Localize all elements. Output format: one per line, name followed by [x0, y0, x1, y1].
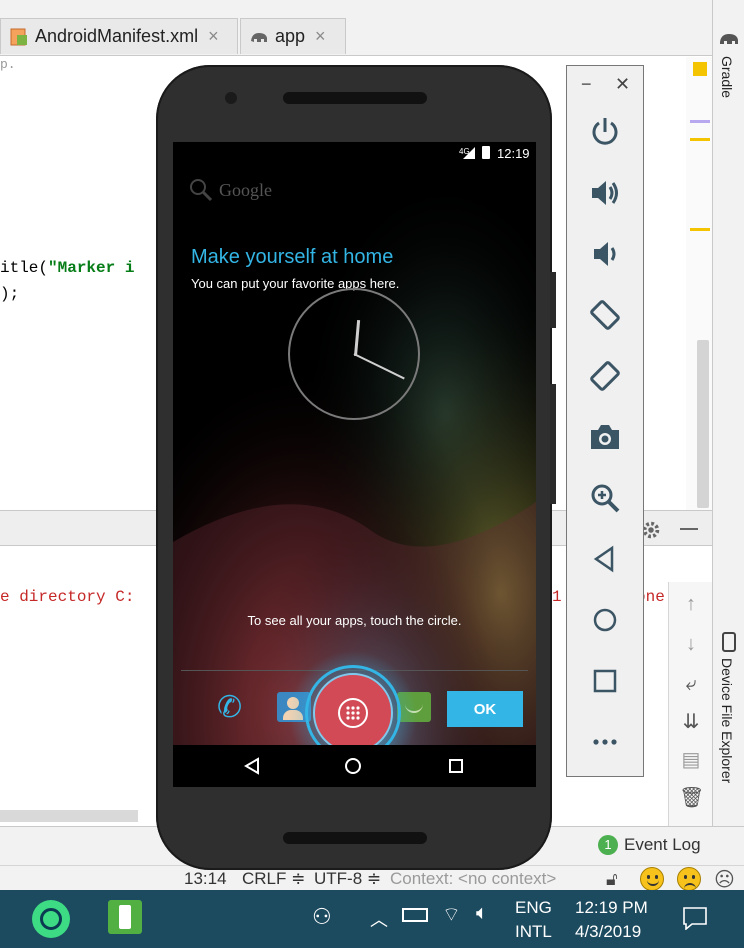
close-emulator-icon[interactable]: ✕	[615, 74, 630, 95]
device-screen[interactable]: 4G 12:19 Google Make yourself at home Yo…	[173, 142, 536, 787]
hour-hand	[354, 320, 361, 357]
tab-app[interactable]: app ×	[240, 18, 346, 54]
ok-button[interactable]: OK	[447, 691, 523, 727]
close-tab-icon[interactable]: ×	[315, 26, 326, 47]
encoding-selector[interactable]: UTF-8 ≑	[314, 869, 381, 889]
inspector-icon[interactable]: ☹︎	[714, 867, 735, 892]
bottom-speaker	[283, 832, 427, 844]
back-icon[interactable]	[585, 539, 625, 579]
clock-time[interactable]: 12:19 PM	[575, 898, 648, 918]
search-placeholder: Google	[219, 179, 272, 200]
tab-android-manifest[interactable]: AndroidManifest.xml ×	[0, 18, 238, 54]
notification-icon[interactable]	[682, 906, 708, 930]
vertical-scrollbar[interactable]	[697, 340, 709, 508]
sad-face-icon[interactable]	[677, 867, 701, 891]
stripe-mark[interactable]	[690, 138, 710, 141]
welcome-title: Make yourself at home	[191, 246, 394, 268]
volume-down-icon[interactable]	[585, 234, 625, 274]
stripe-mark[interactable]	[690, 228, 710, 231]
scroll-to-end-icon[interactable]: ⇊	[679, 710, 703, 734]
nav-home-icon[interactable]	[344, 757, 362, 775]
code-line: itle("Marker i	[0, 259, 135, 277]
line-marker: p.	[0, 57, 16, 72]
tab-label: app	[275, 26, 306, 46]
arrow-down-icon[interactable]: ↓	[679, 632, 703, 656]
horizontal-scrollbar[interactable]	[0, 810, 138, 822]
gradle-tool-button[interactable]: Gradle	[719, 56, 735, 98]
camera-icon[interactable]	[585, 417, 625, 457]
console-toolbar: ↑ ↓ ⤶ ⇊ ▤ 🗑	[668, 582, 712, 826]
battery-icon	[482, 146, 490, 159]
android-studio-icon[interactable]	[32, 900, 70, 938]
clock-date[interactable]: 4/3/2019	[575, 922, 641, 942]
status-time: 12:19	[497, 146, 530, 161]
app-grid-icon	[346, 706, 360, 720]
more-icon[interactable]	[585, 722, 625, 762]
happy-face-icon[interactable]	[640, 867, 664, 891]
editor-tab-bar: AndroidManifest.xml × app ×	[0, 0, 712, 56]
all-apps-button[interactable]	[313, 673, 393, 753]
xml-file-icon	[10, 28, 27, 45]
stripe-mark[interactable]	[690, 120, 710, 123]
people-icon[interactable]: ⚇	[312, 904, 332, 930]
lock-icon[interactable]: 🔓︎	[606, 869, 618, 890]
device-side-button[interactable]	[550, 272, 556, 328]
line-separator-selector[interactable]: CRLF ≑	[242, 869, 305, 889]
gradle-elephant-icon	[251, 32, 267, 42]
soft-wrap-icon[interactable]: ⤶	[679, 672, 703, 696]
device-file-explorer-button[interactable]: Device File Explorer	[719, 658, 735, 783]
caret-position[interactable]: 13:14	[184, 869, 227, 889]
android-status-bar: 4G 12:19	[173, 142, 536, 164]
google-search-bar[interactable]: Google	[189, 178, 272, 202]
top-speaker	[283, 92, 427, 104]
minimize-emulator-icon[interactable]: −	[581, 74, 592, 95]
wifi-icon[interactable]: ⌔	[442, 902, 461, 927]
zoom-icon[interactable]	[585, 478, 625, 518]
chevron-up-icon[interactable]: ︿	[370, 906, 388, 932]
home-icon[interactable]	[585, 600, 625, 640]
nav-recents-icon[interactable]	[448, 758, 464, 774]
windows-taskbar: ⚇ ︿ ⌔ 🔈︎ ENG INTL 12:19 PM 4/3/2019	[0, 890, 744, 948]
emulator-task-icon[interactable]	[108, 900, 142, 934]
trash-icon[interactable]: 🗑	[679, 786, 704, 810]
language-layout[interactable]: INTL	[515, 922, 552, 942]
front-camera	[225, 92, 237, 104]
event-log-badge: 1	[598, 835, 618, 855]
minimize-panel-icon[interactable]	[680, 528, 698, 530]
console-line: 1	[552, 588, 562, 606]
android-nav-bar	[173, 745, 536, 787]
cling-hint: To see all your apps, touch the circle.	[247, 613, 462, 628]
minute-hand	[353, 353, 405, 380]
volume-up-icon[interactable]	[585, 173, 625, 213]
volume-icon[interactable]: 🔈︎	[476, 902, 488, 925]
rotate-right-icon[interactable]	[585, 356, 625, 396]
battery-icon[interactable]	[402, 908, 428, 922]
rotate-left-icon[interactable]	[585, 295, 625, 335]
power-icon[interactable]	[585, 112, 625, 152]
tab-label: AndroidManifest.xml	[35, 26, 199, 46]
code-line: );	[0, 285, 20, 303]
phone-app-icon[interactable]: ✆	[217, 690, 242, 725]
gradle-icon	[720, 34, 738, 44]
context-indicator: Context: <no context>	[390, 869, 557, 888]
search-icon	[190, 179, 213, 202]
analog-clock-widget[interactable]	[288, 288, 420, 420]
warning-indicator[interactable]	[693, 62, 707, 76]
emulator-toolbar: − ✕	[566, 65, 644, 777]
arrow-up-icon[interactable]: ↑	[679, 592, 703, 616]
overview-icon[interactable]	[585, 661, 625, 701]
print-icon[interactable]: ▤	[679, 748, 703, 772]
right-tool-strip: Gradle Device File Explorer	[712, 0, 744, 890]
language-indicator[interactable]: ENG	[515, 898, 552, 918]
signal-icon	[463, 147, 475, 159]
device-icon	[722, 632, 736, 652]
event-log-button[interactable]: Event Log	[624, 835, 701, 855]
close-tab-icon[interactable]: ×	[208, 26, 219, 47]
console-line: e directory C:	[0, 588, 135, 606]
device-side-button[interactable]	[550, 384, 556, 504]
nav-back-icon[interactable]	[243, 757, 261, 775]
